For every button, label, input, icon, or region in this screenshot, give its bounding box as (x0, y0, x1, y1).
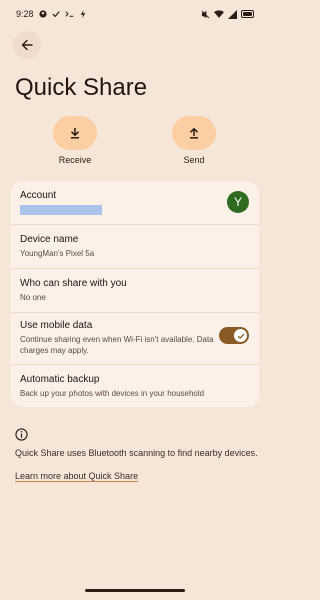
battery-icon (241, 10, 254, 18)
account-row[interactable]: Account Y (11, 181, 259, 225)
check-icon (51, 11, 60, 18)
settings-card: Account Y Device name YoungMan's Pixel 5… (11, 181, 259, 407)
automatic-backup-row[interactable]: Automatic backup Back up your photos wit… (11, 365, 259, 407)
account-email-redacted (20, 205, 102, 215)
wifi-icon (214, 9, 224, 18)
info-icon (15, 428, 28, 441)
bolt-icon (80, 10, 85, 18)
download-icon (70, 128, 80, 139)
mute-icon (201, 10, 210, 18)
receive-label: Receive (58, 155, 92, 165)
page-title: Quick Share (15, 74, 148, 101)
back-button[interactable] (13, 31, 41, 59)
toggle-knob (234, 329, 247, 342)
receive-button[interactable]: Receive (40, 116, 110, 165)
account-title: Account (20, 190, 57, 201)
terminal-icon (64, 11, 73, 17)
status-right (201, 9, 254, 19)
account-circle-icon (38, 10, 47, 18)
status-bar: 9:28 (0, 0, 270, 28)
check-icon (237, 333, 244, 339)
arrow-back-icon (21, 39, 33, 51)
upload-icon (189, 127, 199, 139)
signal-icon (228, 9, 237, 19)
mobile-data-desc: Continue sharing even when Wi-Fi isn't a… (20, 335, 214, 355)
automatic-backup-title: Automatic backup (20, 374, 100, 385)
learn-more-link[interactable]: Learn more about Quick Share (15, 471, 138, 481)
mobile-data-title: Use mobile data (20, 320, 93, 331)
who-can-share-value: No one (20, 293, 46, 302)
status-left: 9:28 (16, 9, 87, 19)
bluetooth-info-text: Quick Share uses Bluetooth scanning to f… (15, 448, 258, 458)
device-name-title: Device name (20, 234, 79, 245)
automatic-backup-desc: Back up your photos with devices in your… (20, 389, 205, 398)
send-label: Send (183, 155, 205, 165)
send-button[interactable]: Send (159, 116, 229, 165)
device-name-value: YoungMan's Pixel 5a (20, 249, 95, 258)
who-can-share-title: Who can share with you (20, 278, 127, 289)
home-indicator[interactable] (85, 589, 185, 592)
receive-button-circle[interactable] (53, 116, 97, 150)
avatar[interactable]: Y (227, 191, 249, 213)
mobile-data-toggle[interactable] (219, 327, 249, 344)
who-can-share-row[interactable]: Who can share with you No one (11, 269, 259, 313)
send-button-circle[interactable] (172, 116, 216, 150)
status-time: 9:28 (16, 9, 34, 19)
mobile-data-row[interactable]: Use mobile data Continue sharing even wh… (11, 313, 259, 365)
device-name-row[interactable]: Device name YoungMan's Pixel 5a (11, 225, 259, 269)
